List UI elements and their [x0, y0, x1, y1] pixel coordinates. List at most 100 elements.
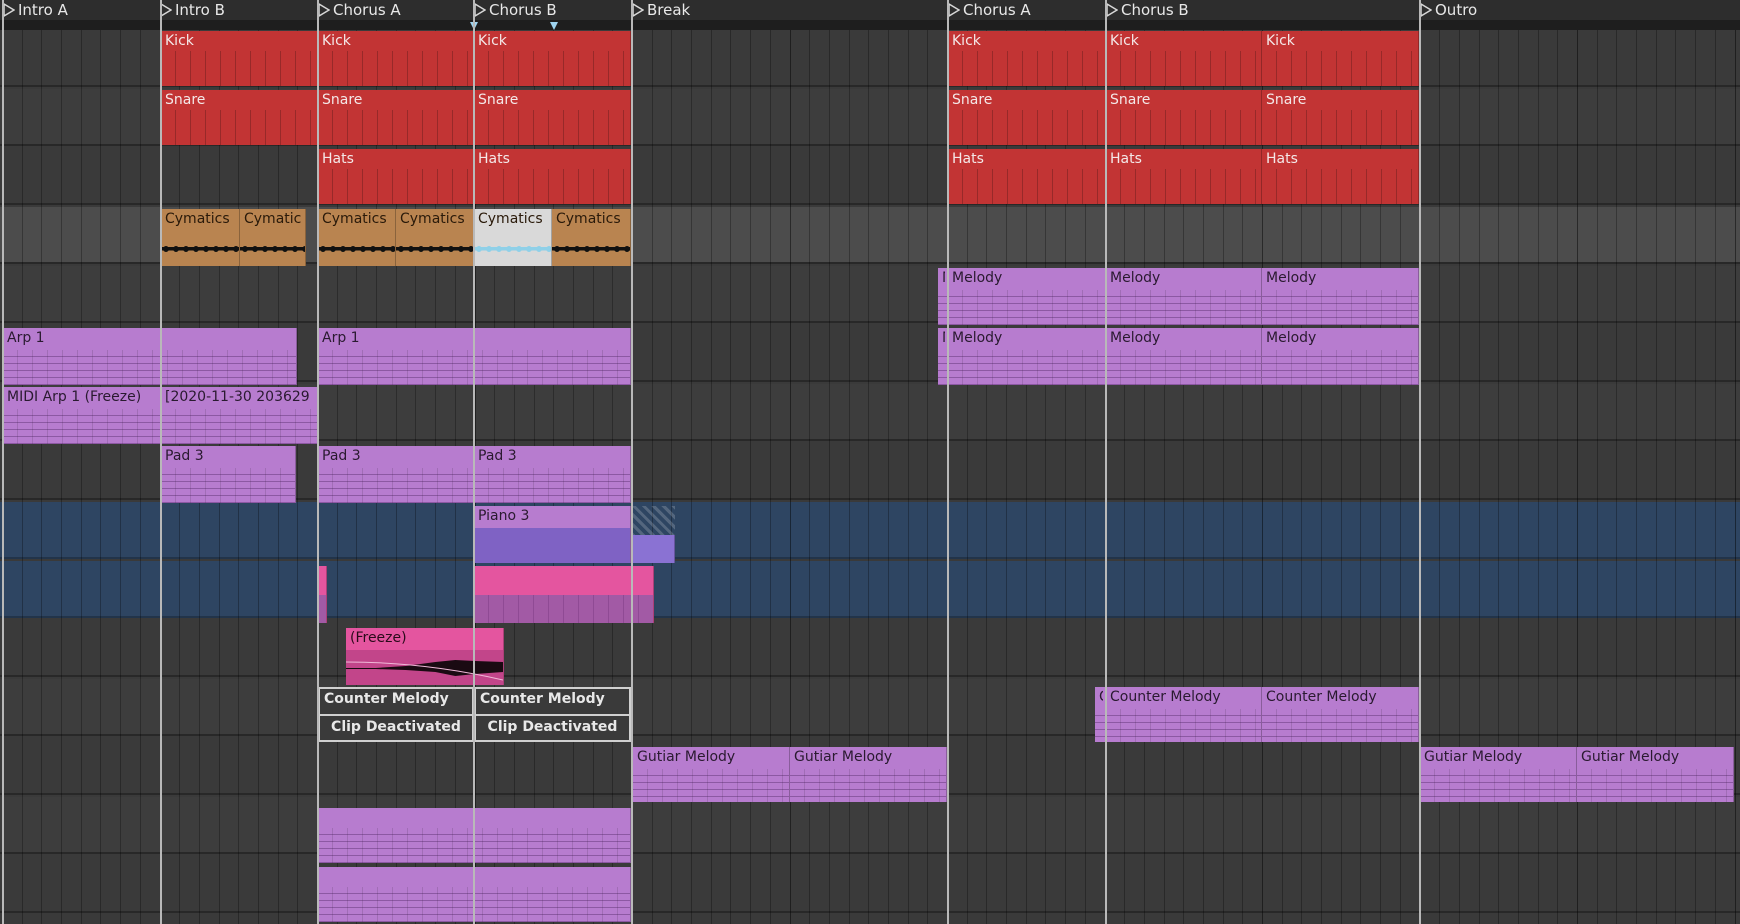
clip-guitar-melody[interactable]: Gutiar Melody: [633, 747, 790, 802]
clip-name: Cymatics: [478, 211, 543, 227]
clip-pad3[interactable]: Pad 3: [474, 446, 631, 503]
clip-counter-melody[interactable]: Counter Melody: [1262, 687, 1419, 742]
clip-name: Cymatics: [165, 211, 230, 227]
clip-waveform: [318, 231, 395, 266]
clip-pink[interactable]: [474, 566, 654, 623]
clip-midi-arp-freeze[interactable]: MIDI Arp 1 (Freeze): [3, 387, 161, 444]
clip-pad3[interactable]: Pad 3: [161, 446, 296, 503]
scrub-bar[interactable]: [0, 20, 1740, 30]
clip-notes: [474, 468, 630, 503]
locator-label: Outro: [1435, 1, 1478, 19]
clip-notes: [474, 528, 630, 563]
clip-snare[interactable]: Snare: [161, 90, 318, 145]
locator-label: Intro B: [175, 1, 225, 19]
clip-counter-melody-deactivated[interactable]: Counter Melody Clip Deactivated: [474, 687, 631, 742]
clip-melody[interactable]: Melody: [1106, 268, 1262, 325]
clip-arp-bounce[interactable]: [2020-11-30 203629: [161, 387, 318, 444]
clip-kick[interactable]: Kick: [474, 31, 631, 86]
clip-notes: [3, 409, 160, 444]
clip-name: Hats: [478, 151, 510, 167]
clip-name: Hats: [1266, 151, 1298, 167]
clip-snare[interactable]: Snare: [318, 90, 474, 145]
clip-name: Gutiar Melody: [637, 749, 736, 765]
clip-name: Arp 1: [322, 330, 360, 346]
clip-melody[interactable]: Melody: [1262, 328, 1419, 385]
clip-cymatics[interactable]: Cymatics: [161, 209, 240, 266]
clip-body: [1106, 169, 1261, 204]
clip-piano-extension[interactable]: [631, 535, 675, 563]
clip-body: [161, 51, 317, 86]
clip-guitar-melody[interactable]: Gutiar Melody: [1420, 747, 1577, 802]
locator-label: Intro A: [18, 1, 68, 19]
clip-notes: [1106, 709, 1261, 742]
clip-guitar-melody[interactable]: Gutiar Melody: [1577, 747, 1734, 802]
clip-body: [318, 51, 473, 86]
locator-line: [1419, 0, 1421, 924]
clip-melody[interactable]: Melody: [948, 268, 1106, 325]
clip-waveform: [161, 231, 239, 266]
clip-cymatics[interactable]: Cymatics: [318, 209, 396, 266]
locator-chorus-b-2[interactable]: Chorus B: [1106, 0, 1189, 20]
clip-hats[interactable]: Hats: [474, 149, 631, 204]
locator-chorus-a[interactable]: Chorus A: [318, 0, 401, 20]
grid-line: [61, 30, 62, 924]
clip-notes: [1420, 769, 1576, 802]
clip-cymatics[interactable]: Cymatics: [552, 209, 631, 266]
clip-waveform: [346, 650, 503, 685]
clip-body: [474, 110, 630, 145]
clip-name: Snare: [1110, 92, 1151, 108]
clip-name: M: [942, 330, 945, 346]
clip-name: (Freeze): [350, 630, 407, 646]
clip-melody[interactable]: Melody: [1262, 268, 1419, 325]
clip-name: Kick: [1110, 33, 1139, 49]
clip-notes: [1095, 709, 1105, 742]
clip-name: Snare: [952, 92, 993, 108]
clip-name: Gutiar Melody: [794, 749, 893, 765]
clip-name: Snare: [165, 92, 206, 108]
locator-chorus-a-2[interactable]: Chorus A: [948, 0, 1031, 20]
clip-notes: [1262, 290, 1418, 325]
clip-pink-short[interactable]: [318, 566, 327, 623]
clip-kick[interactable]: Kick: [161, 31, 318, 86]
clip-hats[interactable]: Hats: [948, 149, 1106, 204]
loop-end-marker-icon[interactable]: [550, 22, 558, 30]
clip-deactivated-label: Clip Deactivated: [320, 714, 472, 740]
clip-counter-melody[interactable]: Counter Melody: [1106, 687, 1262, 742]
clip-body: [474, 594, 653, 623]
clip-melody[interactable]: Melody: [1106, 328, 1262, 385]
clip-hats[interactable]: Hats: [1262, 149, 1419, 204]
clip-body: [1262, 169, 1418, 204]
clip-arp1[interactable]: Arp 1: [3, 328, 297, 385]
locator-line: [947, 0, 949, 924]
clip-notes: [633, 769, 789, 802]
locator-chorus-b[interactable]: Chorus B: [474, 0, 557, 20]
locator-bar[interactable]: [0, 0, 1740, 20]
locator-intro-a[interactable]: Intro A: [3, 0, 68, 20]
clip-kick[interactable]: Kick: [948, 31, 1106, 86]
clip-waveform: [552, 231, 630, 266]
clip-guitar-melody[interactable]: Gutiar Melody: [790, 747, 947, 802]
clip-cymatics[interactable]: Cymatics: [396, 209, 474, 266]
clip-snare[interactable]: Snare: [1106, 90, 1262, 145]
locator-break[interactable]: Break: [632, 0, 690, 20]
clip-hats[interactable]: Hats: [1106, 149, 1262, 204]
locator-label: Chorus A: [963, 1, 1031, 19]
clip-body: [318, 594, 326, 623]
clip-snare[interactable]: Snare: [1262, 90, 1419, 145]
clip-kick[interactable]: Kick: [1262, 31, 1419, 86]
locator-intro-b[interactable]: Intro B: [160, 0, 225, 20]
clip-pad3[interactable]: Pad 3: [318, 446, 474, 503]
clip-piano3[interactable]: Piano 3: [474, 506, 631, 563]
clip-cymatics-selected[interactable]: Cymatics: [474, 209, 552, 266]
clip-snare[interactable]: Snare: [948, 90, 1106, 145]
clip-melody[interactable]: Melody: [948, 328, 1106, 385]
arrangement-view[interactable]: Intro A Intro B Chorus A Chorus B Break …: [0, 0, 1740, 924]
clip-freeze[interactable]: (Freeze): [346, 628, 504, 685]
clip-snare[interactable]: Snare: [474, 90, 631, 145]
clip-kick[interactable]: Kick: [1106, 31, 1262, 86]
locator-outro[interactable]: Outro: [1420, 0, 1477, 20]
clip-counter-melody-deactivated[interactable]: Counter Melody Clip Deactivated: [318, 687, 474, 742]
clip-kick[interactable]: Kick: [318, 31, 474, 86]
clip-hats[interactable]: Hats: [318, 149, 474, 204]
clip-cymatics[interactable]: Cymatic: [240, 209, 306, 266]
